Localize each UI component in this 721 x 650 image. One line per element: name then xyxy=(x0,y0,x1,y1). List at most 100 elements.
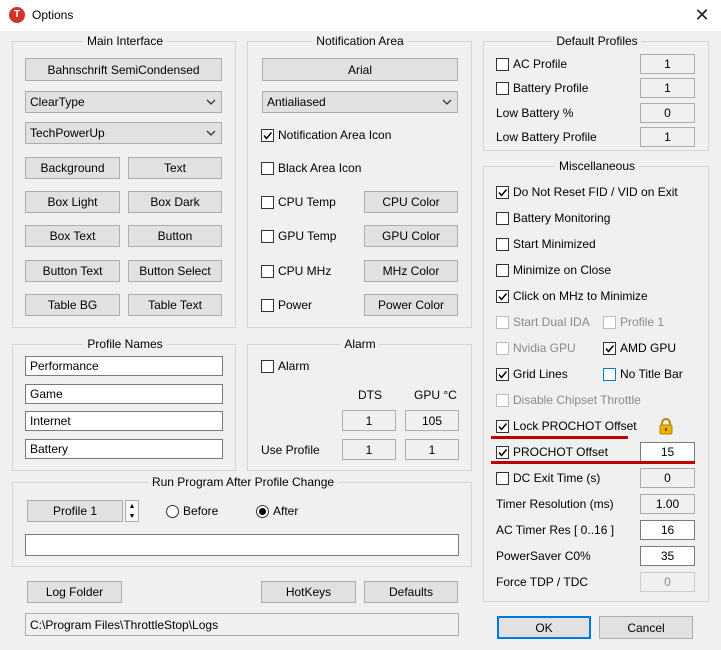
powersaver-label: PowerSaver C0% xyxy=(496,549,591,563)
profile-1-label: Profile 1 xyxy=(620,315,665,329)
low-battery-value[interactable]: 0 xyxy=(640,103,695,123)
box-dark-color-button[interactable]: Box Dark xyxy=(128,191,222,213)
ac-timer-res-value[interactable]: 16 xyxy=(640,520,695,540)
button-select-color-button[interactable]: Button Select xyxy=(128,260,222,282)
text-color-button[interactable]: Text xyxy=(128,157,222,179)
alarm-title: Alarm xyxy=(340,337,380,351)
main-font-button[interactable]: Bahnschrift SemiCondensed xyxy=(25,58,222,81)
profile-spinner[interactable]: ▲ ▼ xyxy=(125,500,139,522)
checkbox-box xyxy=(496,57,509,71)
chevron-down-icon xyxy=(204,126,218,140)
background-color-button[interactable]: Background xyxy=(25,157,120,179)
chevron-down-icon xyxy=(204,95,218,109)
black-area-icon-checkbox[interactable]: Black Area Icon xyxy=(261,160,361,176)
miscellaneous-title: Miscellaneous xyxy=(554,159,640,173)
low-battery-profile-value[interactable]: 1 xyxy=(640,127,695,147)
render-mode-select[interactable]: ClearType xyxy=(25,91,222,113)
battery-monitoring-checkbox[interactable]: Battery Monitoring xyxy=(496,210,610,226)
ac-profile-checkbox[interactable]: AC Profile xyxy=(496,56,567,72)
do-not-reset-checkbox[interactable]: Do Not Reset FID / VID on Exit xyxy=(496,184,678,200)
amd-gpu-checkbox[interactable]: AMD GPU xyxy=(603,340,676,356)
checkbox-box xyxy=(496,367,509,381)
ac-profile-label: AC Profile xyxy=(513,57,568,71)
powersaver-value[interactable]: 35 xyxy=(640,546,695,566)
gpu-temp-header: GPU °C xyxy=(414,388,457,402)
start-dual-ida-label: Start Dual IDA xyxy=(513,315,590,329)
gpu-temp-label: GPU Temp xyxy=(278,229,337,243)
profile-name-4-input[interactable]: Battery xyxy=(25,439,223,459)
notification-font-button[interactable]: Arial xyxy=(262,58,458,81)
prochot-offset-value[interactable]: 15 xyxy=(640,442,695,462)
disable-chipset-throttle-checkbox[interactable]: Disable Chipset Throttle xyxy=(496,392,641,408)
theme-select[interactable]: TechPowerUp xyxy=(25,122,222,144)
hotkeys-button[interactable]: HotKeys xyxy=(261,581,356,603)
table-text-color-button[interactable]: Table Text xyxy=(128,294,222,316)
close-icon[interactable]: ✕ xyxy=(690,3,714,27)
button-text-color-button[interactable]: Button Text xyxy=(25,260,120,282)
mhz-color-button[interactable]: MHz Color xyxy=(364,260,458,282)
timer-resolution-value[interactable]: 1.00 xyxy=(640,494,695,514)
box-text-color-button[interactable]: Box Text xyxy=(25,225,120,247)
smoothing-select[interactable]: Antialiased xyxy=(262,91,458,113)
checkbox-box xyxy=(496,289,509,303)
render-mode-value: ClearType xyxy=(30,95,85,109)
power-checkbox[interactable]: Power xyxy=(261,297,312,313)
use-profile-dts-value[interactable]: 1 xyxy=(342,439,396,460)
amd-gpu-label: AMD GPU xyxy=(620,341,677,355)
battery-profile-checkbox[interactable]: Battery Profile xyxy=(496,80,588,96)
notification-area-icon-label: Notification Area Icon xyxy=(278,128,392,142)
alarm-checkbox[interactable]: Alarm xyxy=(261,358,309,374)
alarm-gpu-value[interactable]: 105 xyxy=(405,410,459,431)
defaults-button[interactable]: Defaults xyxy=(364,581,458,603)
gpu-temp-checkbox[interactable]: GPU Temp xyxy=(261,228,336,244)
profile-name-3-input[interactable]: Internet xyxy=(25,411,223,431)
throttlestop-app-icon: T xyxy=(9,7,25,23)
ok-button[interactable]: OK xyxy=(497,616,591,639)
profile-1-checkbox[interactable]: Profile 1 xyxy=(603,314,664,330)
dc-exit-time-checkbox[interactable]: DC Exit Time (s) xyxy=(496,470,600,486)
notification-area-icon-checkbox[interactable]: Notification Area Icon xyxy=(261,127,391,143)
checkbox-box xyxy=(496,471,509,485)
checkbox-box xyxy=(603,341,616,355)
cpu-color-button[interactable]: CPU Color xyxy=(364,191,458,213)
cpu-temp-checkbox[interactable]: CPU Temp xyxy=(261,194,336,210)
spin-up-icon[interactable]: ▲ xyxy=(126,501,138,511)
button-color-button[interactable]: Button xyxy=(128,225,222,247)
battery-profile-value[interactable]: 1 xyxy=(640,78,695,98)
before-radio[interactable]: Before xyxy=(166,503,218,519)
cpu-mhz-checkbox[interactable]: CPU MHz xyxy=(261,263,331,279)
default-profiles-title: Default Profiles xyxy=(552,34,642,48)
prochot-offset-checkbox[interactable]: PROCHOT Offset xyxy=(496,444,608,460)
checkbox-box xyxy=(496,237,509,251)
power-color-button[interactable]: Power Color xyxy=(364,294,458,316)
checkbox-box xyxy=(261,264,274,278)
log-folder-button[interactable]: Log Folder xyxy=(27,581,122,603)
grid-lines-checkbox[interactable]: Grid Lines xyxy=(496,366,568,382)
disable-chipset-throttle-label: Disable Chipset Throttle xyxy=(513,393,641,407)
start-dual-ida-checkbox[interactable]: Start Dual IDA xyxy=(496,314,590,330)
cancel-button[interactable]: Cancel xyxy=(599,616,693,639)
gpu-color-button[interactable]: GPU Color xyxy=(364,225,458,247)
click-mhz-minimize-label: Click on MHz to Minimize xyxy=(513,289,648,303)
dc-exit-time-value[interactable]: 0 xyxy=(640,468,695,488)
ac-profile-value[interactable]: 1 xyxy=(640,54,695,74)
after-radio[interactable]: After xyxy=(256,503,298,519)
run-program-path-input[interactable] xyxy=(25,534,459,556)
start-minimized-checkbox[interactable]: Start Minimized xyxy=(496,236,596,252)
no-title-bar-checkbox[interactable]: No Title Bar xyxy=(603,366,683,382)
alarm-dts-value[interactable]: 1 xyxy=(342,410,396,431)
nvidia-gpu-checkbox[interactable]: Nvidia GPU xyxy=(496,340,576,356)
minimize-on-close-checkbox[interactable]: Minimize on Close xyxy=(496,262,611,278)
force-tdp-value[interactable]: 0 xyxy=(640,572,695,592)
spin-down-icon[interactable]: ▼ xyxy=(126,511,138,521)
prochot-offset-highlight-line xyxy=(491,461,695,464)
use-profile-gpu-value[interactable]: 1 xyxy=(405,439,459,460)
lock-prochot-checkbox[interactable]: Lock PROCHOT Offset xyxy=(496,418,637,434)
profile-name-2-input[interactable]: Game xyxy=(25,384,223,404)
click-mhz-minimize-checkbox[interactable]: Click on MHz to Minimize xyxy=(496,288,648,304)
box-light-color-button[interactable]: Box Light xyxy=(25,191,120,213)
profile-name-1-input[interactable]: Performance xyxy=(25,356,223,376)
cpu-temp-label: CPU Temp xyxy=(278,195,336,209)
table-bg-color-button[interactable]: Table BG xyxy=(25,294,120,316)
run-profile-button[interactable]: Profile 1 xyxy=(27,500,123,522)
